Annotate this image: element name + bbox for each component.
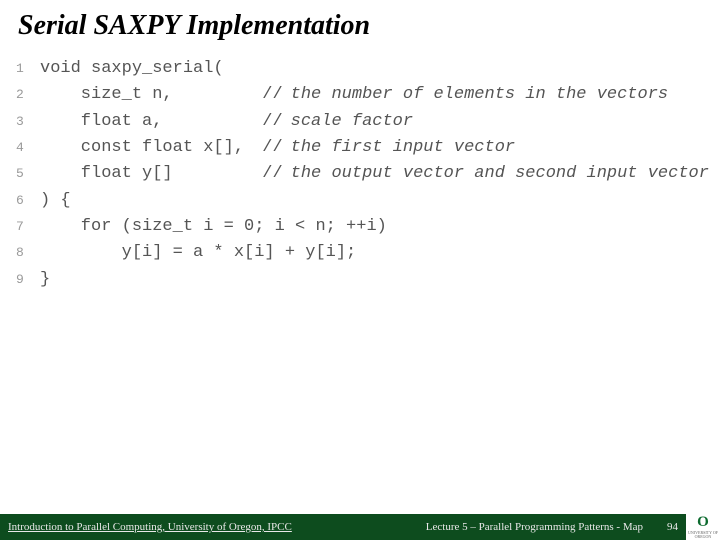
code-text: for (size_t i = 0; i < n; ++i) bbox=[40, 214, 387, 240]
code-line: 5 float y[] //the output vector and seco… bbox=[16, 161, 704, 187]
code-line: 1 void saxpy_serial( bbox=[16, 56, 704, 82]
line-number: 3 bbox=[16, 112, 40, 132]
code-text: ) { bbox=[40, 188, 71, 214]
footer-bar: Introduction to Parallel Computing, Univ… bbox=[0, 514, 720, 540]
line-number: 5 bbox=[16, 164, 40, 184]
code-text: const float x[], bbox=[40, 135, 254, 161]
footer-center-text: Lecture 5 – Parallel Programming Pattern… bbox=[292, 521, 667, 533]
code-line: 2 size_t n, //the number of elements in … bbox=[16, 82, 704, 108]
slide: Serial SAXPY Implementation 1 void saxpy… bbox=[0, 0, 720, 540]
code-comment: //scale factor bbox=[262, 109, 413, 135]
code-text: float y[] bbox=[40, 161, 254, 187]
code-text: void saxpy_serial( bbox=[40, 56, 224, 82]
line-number: 1 bbox=[16, 59, 40, 79]
code-text: } bbox=[40, 267, 50, 293]
page-number: 94 bbox=[667, 521, 686, 533]
code-block: 1 void saxpy_serial( 2 size_t n, //the n… bbox=[16, 56, 704, 293]
code-comment: //the number of elements in the vectors bbox=[262, 82, 668, 108]
logo-mark: O bbox=[697, 515, 709, 530]
line-number: 7 bbox=[16, 217, 40, 237]
code-comment: //the output vector and second input vec… bbox=[262, 161, 709, 187]
line-number: 2 bbox=[16, 85, 40, 105]
code-line: 4 const float x[], //the first input vec… bbox=[16, 135, 704, 161]
university-logo: O UNIVERSITY OF OREGON bbox=[686, 514, 720, 540]
code-comment: //the first input vector bbox=[262, 135, 515, 161]
footer-left-text: Introduction to Parallel Computing, Univ… bbox=[0, 521, 292, 533]
logo-text: UNIVERSITY OF OREGON bbox=[686, 531, 720, 539]
code-line: 3 float a, //scale factor bbox=[16, 109, 704, 135]
code-text: size_t n, bbox=[40, 82, 254, 108]
line-number: 9 bbox=[16, 270, 40, 290]
code-line: 8 y[i] = a * x[i] + y[i]; bbox=[16, 240, 704, 266]
line-number: 8 bbox=[16, 243, 40, 263]
code-text: float a, bbox=[40, 109, 254, 135]
line-number: 6 bbox=[16, 191, 40, 211]
code-line: 6 ) { bbox=[16, 188, 704, 214]
code-text: y[i] = a * x[i] + y[i]; bbox=[40, 240, 356, 266]
slide-title: Serial SAXPY Implementation bbox=[0, 0, 720, 42]
code-line: 7 for (size_t i = 0; i < n; ++i) bbox=[16, 214, 704, 240]
line-number: 4 bbox=[16, 138, 40, 158]
code-line: 9 } bbox=[16, 267, 704, 293]
